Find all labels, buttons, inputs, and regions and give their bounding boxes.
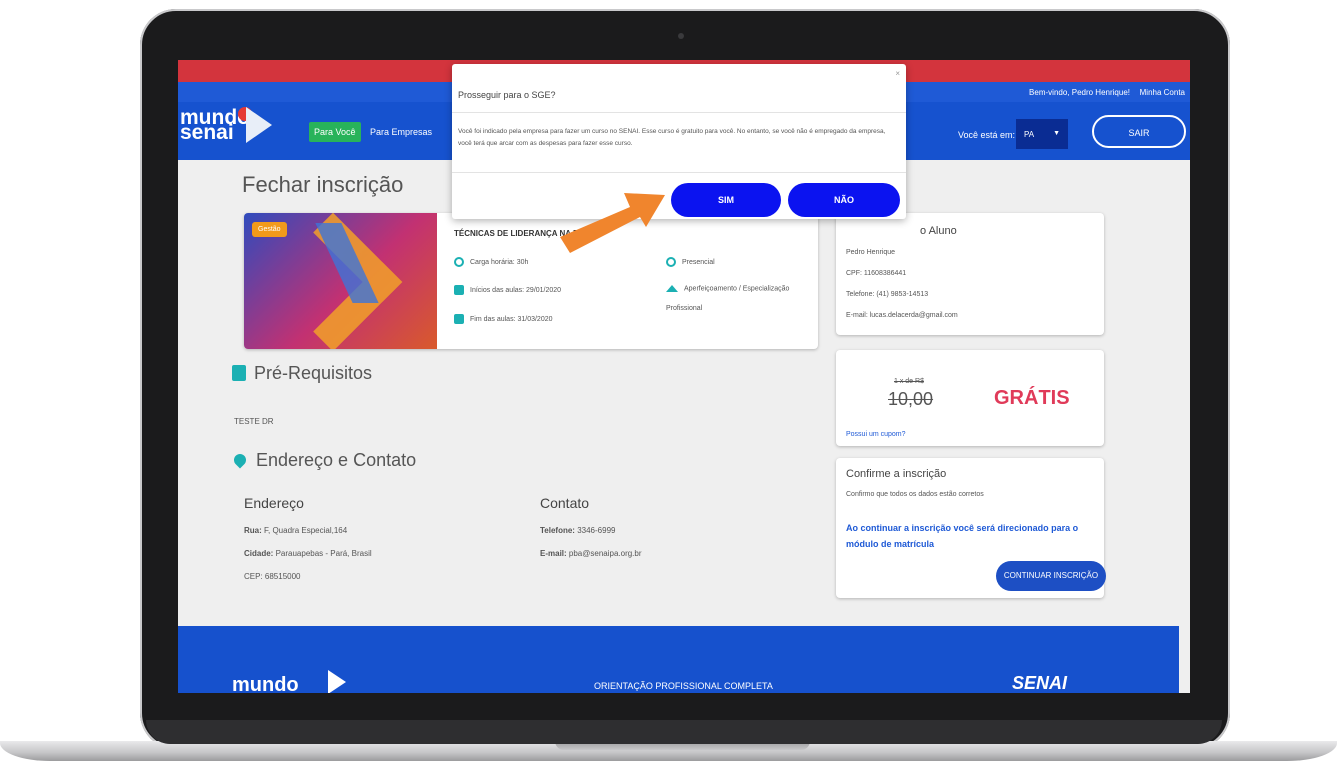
confirm-title: Confirme a inscrição <box>846 468 947 480</box>
modal-body: Você foi indicado pela empresa para faze… <box>458 128 886 147</box>
price-free: GRÁTIS <box>994 387 1070 409</box>
contact-heading: Contato <box>540 495 590 511</box>
page-title: Fechar inscrição <box>242 172 404 197</box>
workload-text: Carga horária: 30h <box>470 258 529 266</box>
type-text: Aperfeiçoamento / Especialização <box>684 285 790 293</box>
street-line: Rua: F, Quadra Especial,164 <box>244 526 347 535</box>
course-card: Gestão TÉCNICAS DE LIDERANÇA NA E Carga … <box>244 213 818 349</box>
city-value: Parauapebas - Pará, Brasil <box>275 549 372 558</box>
pointer-arrow-icon <box>560 193 665 253</box>
calendar-icon <box>454 285 464 295</box>
senai-logo[interactable]: SENAI <box>1010 673 1069 693</box>
dropdown-arrow-icon: ▼ <box>1053 130 1060 137</box>
no-button[interactable]: NÃO <box>788 183 900 217</box>
tab-para-empresas[interactable]: Para Empresas <box>365 122 437 142</box>
modal-title: Prosseguir para o SGE? <box>458 90 556 100</box>
book-icon <box>232 365 246 381</box>
student-name: Pedro Henrique <box>846 249 896 256</box>
category-badge: Gestão <box>252 222 287 237</box>
student-cpf: CPF: 11608386441 <box>846 270 907 277</box>
email-value: pba@senaipa.org.br <box>568 549 642 558</box>
cep-line: CEP: 68515000 <box>244 572 301 581</box>
price-old: 10,00 <box>888 389 934 409</box>
course-image: Gestão <box>244 213 449 349</box>
calendar-icon <box>454 314 464 324</box>
location-label: Você está em: <box>958 130 1016 140</box>
prerequisites-text: TESTE DR <box>234 417 274 426</box>
city-label: Cidade: <box>244 549 274 558</box>
footer-logo-arrow-icon <box>328 670 346 693</box>
email-label: E-mail: <box>540 549 567 558</box>
type-info-line2: Profissional <box>666 305 703 312</box>
modal-divider <box>452 172 906 173</box>
start-date-text: Inícios das aulas: 29/01/2020 <box>470 286 562 294</box>
logo-arrow-icon <box>246 107 272 143</box>
student-email: E-mail: lucas.delacerda@gmail.com <box>846 312 958 319</box>
address-contact-title-text: Endereço e Contato <box>256 450 417 470</box>
prerequisites-title-text: Pré-Requisitos <box>254 363 373 383</box>
street-value: F, Quadra Especial,164 <box>264 526 348 535</box>
type-info: Aperfeiçoamento / Especialização <box>666 285 789 292</box>
street-label: Rua: <box>244 526 262 535</box>
footer-logo[interactable]: mundo <box>232 674 299 693</box>
prerequisites-title: Pré-Requisitos <box>232 363 372 384</box>
end-date-text: Fim das aulas: 31/03/2020 <box>470 315 553 323</box>
redirect-text: Ao continuar a inscrição você será direc… <box>846 523 1079 549</box>
price-card: 1 x de R$ 10,00 GRÁTIS Possui um cupom? <box>836 350 1104 446</box>
workload-info: Carga horária: 30h <box>454 257 528 267</box>
footer-tagline: ORIENTAÇÃO PROFISSIONAL COMPLETA <box>594 681 773 691</box>
close-icon[interactable]: × <box>895 69 900 78</box>
start-date-info: Inícios das aulas: 29/01/2020 <box>454 285 561 295</box>
my-account-link[interactable]: Minha Conta <box>1140 88 1185 97</box>
phone-line: Telefone: 3346-6999 <box>540 526 615 535</box>
graduation-cap-icon <box>666 285 678 292</box>
laptop-bottom-bezel <box>146 720 1222 744</box>
modal-divider <box>452 112 906 113</box>
continue-button[interactable]: CONTINUAR INSCRIÇÃO <box>996 561 1106 591</box>
phone-label: Telefone: <box>540 526 575 535</box>
tab-para-voce[interactable]: Para Você <box>309 122 361 142</box>
state-select-value: PA <box>1024 130 1035 139</box>
state-select[interactable]: PA ▼ <box>1016 119 1068 149</box>
student-phone: Telefone: (41) 9853-14513 <box>846 291 929 298</box>
price-installment: 1 x de R$ <box>894 378 924 385</box>
coupon-link[interactable]: Possui um cupom? <box>846 431 906 438</box>
student-info-card: o Aluno Pedro Henrique CPF: 11608386441 … <box>836 213 1104 335</box>
phone-value: 3346-6999 <box>577 526 616 535</box>
address-heading: Endereço <box>244 495 304 511</box>
confirm-card: Confirme a inscrição Confirmo que todos … <box>836 458 1106 598</box>
map-pin-icon <box>231 451 249 469</box>
address-contact-title: Endereço e Contato <box>231 450 417 471</box>
end-date-info: Fim das aulas: 31/03/2020 <box>454 314 553 324</box>
student-info-title: o Aluno <box>920 225 957 237</box>
footer: mundo ORIENTAÇÃO PROFISSIONAL COMPLETA S… <box>178 626 1179 693</box>
email-line: E-mail: pba@senaipa.org.br <box>540 549 642 558</box>
laptop-screen: Ambiente de Homologação Bem-vindo, Pedro… <box>178 60 1190 693</box>
exit-button[interactable]: SAIR <box>1092 115 1186 148</box>
confirm-subtitle: Confirmo que todos os dados estão corret… <box>846 491 984 498</box>
clock-icon <box>454 257 464 267</box>
webcam <box>678 33 684 39</box>
city-line: Cidade: Parauapebas - Pará, Brasil <box>244 549 372 558</box>
welcome-text: Bem-vindo, Pedro Henrique! <box>1029 88 1130 97</box>
